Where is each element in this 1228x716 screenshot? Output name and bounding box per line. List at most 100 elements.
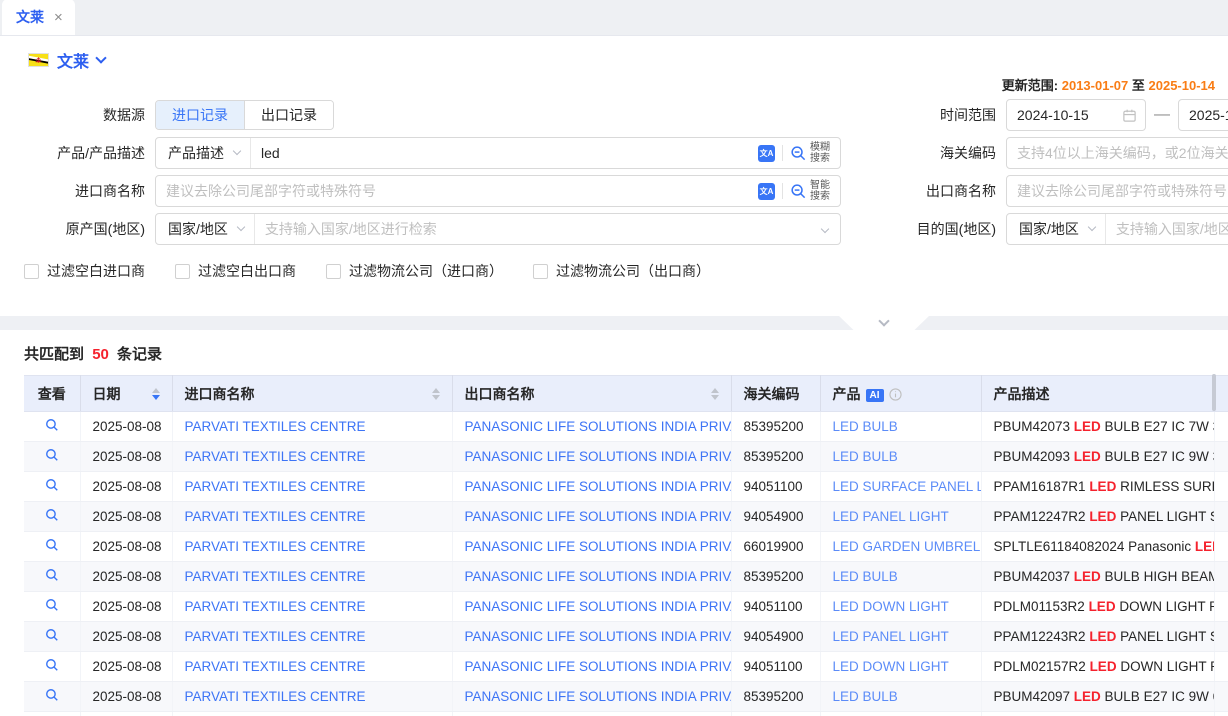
chevron-down-icon[interactable]: [95, 52, 106, 63]
product-link[interactable]: LED BULB: [833, 419, 898, 434]
view-detail-button[interactable]: [45, 658, 59, 672]
product-link[interactable]: LED PANEL LIGHT: [833, 509, 949, 524]
row-hs-code: 85395200: [731, 412, 820, 442]
product-link[interactable]: LED PANEL LIGHT: [833, 629, 949, 644]
product-link[interactable]: LED BULB: [833, 689, 898, 704]
row-date: 2025-08-08: [80, 442, 172, 472]
smart-search-button[interactable]: 智能搜索: [790, 180, 830, 202]
exporter-link[interactable]: PANASONIC LIFE SOLUTIONS INDIA PRIVAT...: [465, 629, 732, 644]
importer-link[interactable]: PARVATI TEXTILES CENTRE: [185, 689, 366, 704]
exporter-input[interactable]: [1006, 175, 1228, 207]
country-header[interactable]: 文莱: [0, 36, 1228, 71]
importer-link[interactable]: PARVATI TEXTILES CENTRE: [185, 419, 366, 434]
col-description: 产品描述: [981, 376, 1214, 412]
results-summary: 共匹配到 50 条记录: [0, 330, 1228, 375]
row-date: [80, 712, 172, 716]
import-records-toggle[interactable]: 进口记录: [156, 101, 244, 129]
translate-icon[interactable]: 文A: [758, 183, 775, 200]
exporter-link[interactable]: PANASONIC LIFE SOLUTIONS INDIA PRIVAT...: [465, 539, 732, 554]
checkbox-icon[interactable]: [326, 264, 341, 279]
sort-icon[interactable]: [144, 388, 160, 400]
product-type-select[interactable]: 产品描述: [156, 138, 251, 168]
exporter-link[interactable]: PANASONIC LIFE SOLUTIONS INDIA PRIVAT...: [465, 689, 732, 704]
importer-link[interactable]: PARVATI TEXTILES CENTRE: [185, 569, 366, 584]
row-hs-code: 85395200: [731, 562, 820, 592]
product-link[interactable]: LED DOWN LIGHT: [833, 659, 949, 674]
importer-link[interactable]: PARVATI TEXTILES CENTRE: [185, 509, 366, 524]
view-detail-button[interactable]: [45, 538, 59, 552]
filter-blank-importer[interactable]: 过滤空白进口商: [24, 261, 145, 281]
update-range-label: 更新范围:: [1002, 78, 1058, 93]
exporter-link[interactable]: PANASONIC LIFE SOLUTIONS INDIA PRIVAT...: [465, 509, 732, 524]
destination-country-input[interactable]: [1106, 221, 1228, 237]
view-detail-button[interactable]: [45, 628, 59, 642]
origin-country-input[interactable]: [255, 221, 822, 237]
date-end-input[interactable]: 2025-10-14: [1178, 99, 1228, 131]
hs-code-input[interactable]: [1006, 137, 1228, 169]
checkbox-icon[interactable]: [533, 264, 548, 279]
view-detail-button[interactable]: [45, 508, 59, 522]
chevron-down-icon: [878, 315, 889, 326]
importer-link[interactable]: PARVATI TEXTILES CENTRE: [185, 449, 366, 464]
exporter-link[interactable]: PANASONIC LIFE SOLUTIONS INDIA PRIVAT...: [465, 569, 732, 584]
importer-link[interactable]: PARVATI TEXTILES CENTRE: [185, 479, 366, 494]
summary-suffix: 条记录: [117, 346, 162, 363]
col-exporter[interactable]: 出口商名称: [452, 376, 731, 412]
view-detail-button[interactable]: [45, 418, 59, 432]
sort-icon[interactable]: [424, 388, 440, 400]
origin-label: 原产国(地区): [24, 219, 145, 239]
row-date: 2025-08-08: [80, 472, 172, 502]
table-row: 2025-08-08 PARVATI TEXTILES CENTRE PANAS…: [24, 562, 1228, 592]
importer-link[interactable]: PARVATI TEXTILES CENTRE: [185, 539, 366, 554]
sort-icon[interactable]: [703, 388, 719, 400]
close-icon[interactable]: ×: [54, 10, 63, 25]
importer-link[interactable]: PARVATI TEXTILES CENTRE: [185, 629, 366, 644]
filter-logistics-exporter[interactable]: 过滤物流公司（出口商）: [533, 261, 710, 281]
product-link[interactable]: LED BULB: [833, 449, 898, 464]
col-date[interactable]: 日期: [80, 376, 172, 412]
checkbox-icon[interactable]: [24, 264, 39, 279]
origin-type-value: 国家/地区: [168, 219, 228, 239]
filter-blank-exporter[interactable]: 过滤空白出口商: [175, 261, 296, 281]
filter-logistics-importer[interactable]: 过滤物流公司（进口商）: [326, 261, 503, 281]
tab-brunei[interactable]: 文莱 ×: [2, 0, 75, 35]
product-search-input[interactable]: [251, 145, 752, 161]
row-description: PBUM42037 LED BULB HIGH BEAM ...: [981, 562, 1214, 592]
exporter-link[interactable]: PANASONIC LIFE SOLUTIONS INDIA PRIVAT...: [465, 479, 732, 494]
exporter-link[interactable]: PANASONIC LIFE SOLUTIONS INDIA PRIVAT...: [465, 419, 732, 434]
exporter-link[interactable]: PANASONIC LIFE SOLUTIONS INDIA PRIVAT...: [465, 599, 732, 614]
fuzzy-search-label: 模糊搜索: [810, 142, 830, 164]
importer-link[interactable]: PARVATI TEXTILES CENTRE: [185, 599, 366, 614]
view-detail-button[interactable]: [45, 598, 59, 612]
exporter-link[interactable]: PANASONIC LIFE SOLUTIONS INDIA PRIVAT...: [465, 449, 732, 464]
product-link[interactable]: LED SURFACE PANEL L...: [833, 479, 982, 494]
brunei-flag-icon: [28, 53, 49, 67]
info-icon[interactable]: [889, 388, 902, 404]
exporter-link[interactable]: PANASONIC LIFE SOLUTIONS INDIA PRIVAT...: [465, 659, 732, 674]
col-importer[interactable]: 进口商名称: [172, 376, 452, 412]
search-panel: 文莱 更新范围: 2013-01-07 至 2025-10-14 数据源 进口记…: [0, 36, 1228, 316]
importer-link[interactable]: PARVATI TEXTILES CENTRE: [185, 659, 366, 674]
product-link[interactable]: LED BULB: [833, 569, 898, 584]
checkbox-icon[interactable]: [175, 264, 190, 279]
tab-title: 文莱: [16, 7, 44, 27]
view-detail-button[interactable]: [45, 478, 59, 492]
product-link[interactable]: LED DOWN LIGHT: [833, 599, 949, 614]
translate-icon[interactable]: 文A: [758, 145, 775, 162]
chevron-down-icon[interactable]: [821, 225, 829, 233]
view-detail-button[interactable]: [45, 568, 59, 582]
scrollbar-thumb[interactable]: [1212, 374, 1216, 411]
view-detail-button[interactable]: [45, 448, 59, 462]
date-start-input[interactable]: 2024-10-15: [1006, 99, 1146, 131]
importer-input[interactable]: [156, 183, 752, 199]
export-records-toggle[interactable]: 出口记录: [244, 101, 333, 129]
origin-type-select[interactable]: 国家/地区: [156, 214, 255, 244]
product-link[interactable]: LED GARDEN UMBREL...: [833, 539, 982, 554]
fuzzy-search-button[interactable]: 模糊搜索: [790, 142, 830, 164]
collapse-panel-button[interactable]: [838, 315, 930, 331]
view-detail-button[interactable]: [45, 688, 59, 702]
data-source-label: 数据源: [24, 105, 145, 125]
destination-type-select[interactable]: 国家/地区: [1007, 214, 1106, 244]
row-date: 2025-08-08: [80, 412, 172, 442]
form-row-3: 进口商名称 文A 智能搜索 出口商名称: [0, 175, 1228, 207]
